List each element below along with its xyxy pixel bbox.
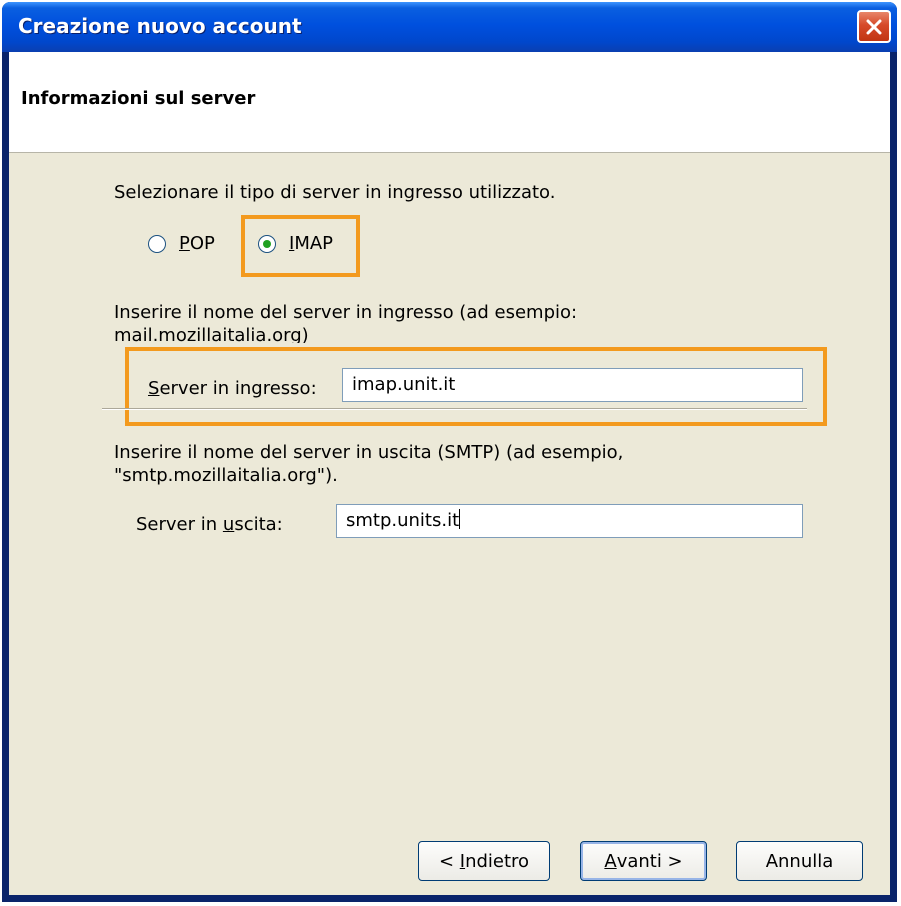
close-icon bbox=[866, 19, 882, 35]
dialog-window: Creazione nuovo account Informazioni sul… bbox=[2, 2, 897, 902]
dialog-body: Informazioni sul server Selezionare il t… bbox=[9, 52, 890, 895]
page-title: Informazioni sul server bbox=[21, 88, 256, 109]
separator bbox=[102, 408, 807, 410]
radio-pop[interactable]: POP bbox=[148, 233, 215, 254]
incoming-server-input[interactable]: imap.unit.it bbox=[342, 368, 803, 402]
title-bar[interactable]: Creazione nuovo account bbox=[2, 2, 897, 52]
close-button[interactable] bbox=[857, 10, 891, 43]
radio-pop-label: POP bbox=[179, 233, 215, 254]
window-title: Creazione nuovo account bbox=[18, 14, 302, 38]
next-button[interactable]: Avanti > bbox=[580, 841, 707, 881]
incoming-description-line1: Inserire il nome del server in ingresso … bbox=[114, 302, 578, 323]
radio-pop-circle[interactable] bbox=[148, 234, 166, 253]
back-button[interactable]: < Indietro bbox=[418, 841, 550, 881]
header-panel: Informazioni sul server bbox=[9, 52, 890, 153]
incoming-description-line2: mail.mozillaitalia.org) bbox=[114, 325, 309, 343]
cancel-button[interactable]: Annulla bbox=[736, 841, 863, 881]
outgoing-description-line2: "smtp.mozillaitalia.org"). bbox=[114, 465, 338, 486]
server-type-prompt: Selezionare il tipo di server in ingress… bbox=[114, 182, 556, 203]
incoming-server-label: Server in ingresso: bbox=[148, 378, 317, 399]
text-cursor bbox=[459, 509, 461, 529]
outgoing-server-label: Server in uscita: bbox=[136, 514, 283, 535]
outgoing-description-line1: Inserire il nome del server in uscita (S… bbox=[114, 442, 624, 463]
highlight-imap bbox=[241, 215, 360, 277]
outgoing-server-input[interactable]: smtp.units.it bbox=[336, 504, 803, 538]
